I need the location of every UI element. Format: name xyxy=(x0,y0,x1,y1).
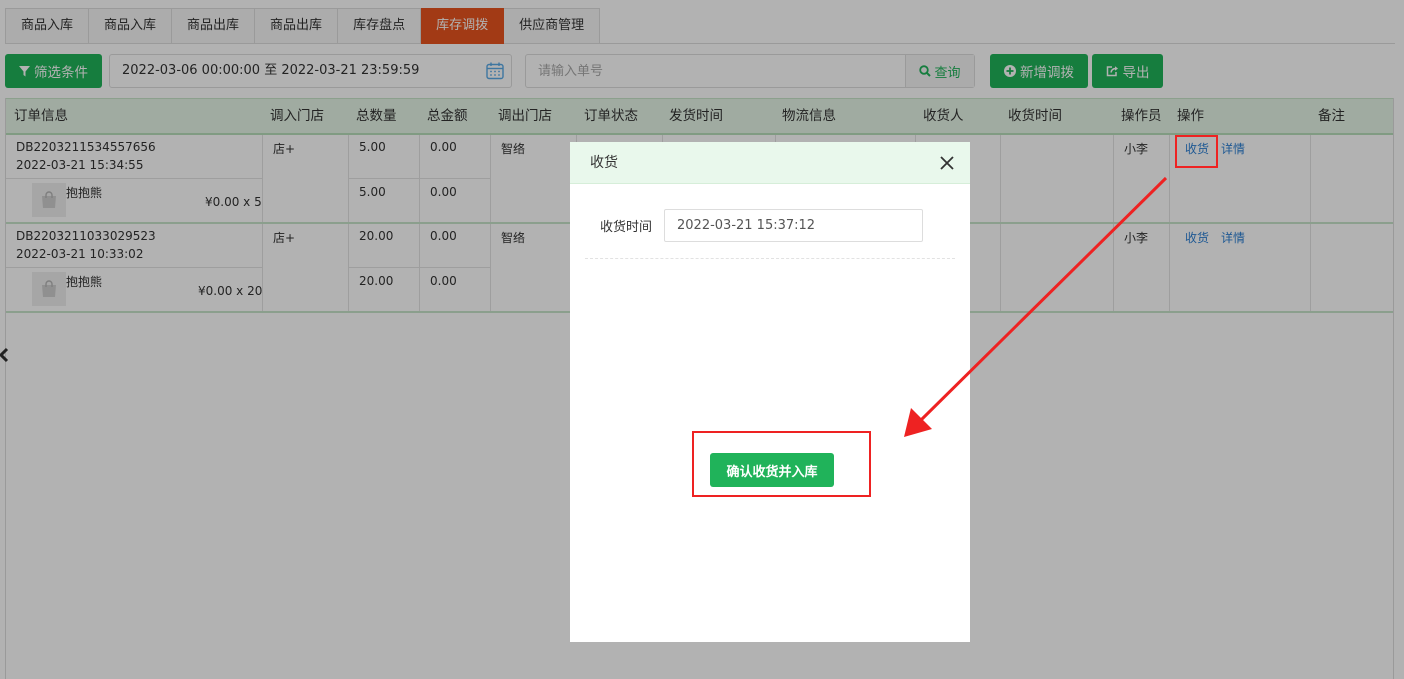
collapse-arrow-icon[interactable] xyxy=(0,346,10,364)
close-icon[interactable] xyxy=(940,156,954,170)
dialog-title: 收货 xyxy=(590,155,618,171)
receive-time-input[interactable] xyxy=(664,209,923,242)
divider xyxy=(585,258,955,259)
receive-time-label: 收货时间 xyxy=(600,220,653,235)
dialog-header: 收货 xyxy=(570,142,970,184)
highlight-receive-link xyxy=(1175,135,1218,168)
highlight-confirm-button xyxy=(692,431,871,497)
receive-dialog: 收货 收货时间 确认收货并入库 xyxy=(570,142,970,642)
